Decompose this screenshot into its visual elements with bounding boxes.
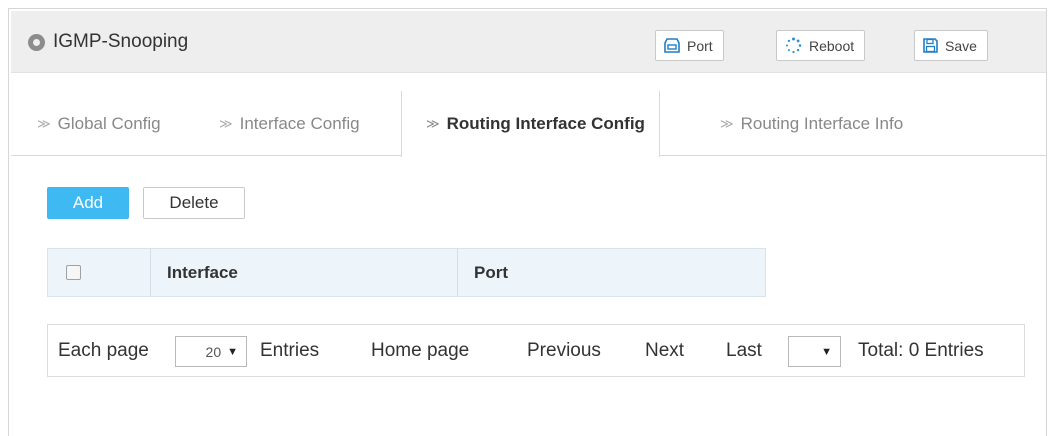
double-chevron-right-icon: ≫ [426, 116, 440, 131]
routing-interface-table: Interface Port [47, 248, 766, 297]
select-all-cell [48, 249, 151, 296]
next-link[interactable]: Next [645, 340, 684, 362]
reboot-button[interactable]: Reboot [776, 30, 866, 61]
column-header-port: Port [474, 262, 508, 282]
tab-routing-interface-config[interactable]: ≫ Routing Interface Config [401, 91, 660, 157]
entries-label: Entries [260, 340, 320, 361]
port-button-label: Port [687, 37, 713, 54]
floppy-disk-icon [923, 38, 938, 53]
tab-label: Routing Interface Config [446, 114, 645, 133]
page-title: IGMP-Snooping [53, 31, 189, 52]
pagination-bar: Each page 20 ▼ Entries Home page Previou… [47, 324, 1025, 377]
port-button[interactable]: Port [655, 30, 724, 61]
previous-link[interactable]: Previous [527, 340, 601, 362]
tab-global-config[interactable]: ≫ Global Config [37, 91, 161, 156]
total-entries: Total: 0 Entries [858, 340, 984, 361]
page-number-select[interactable]: ▼ [788, 336, 841, 367]
port-icon [664, 38, 680, 53]
caret-down-icon: ▼ [821, 345, 832, 358]
add-button[interactable]: Add [47, 187, 129, 219]
reboot-button-label: Reboot [809, 37, 855, 54]
page-header: IGMP-Snooping Port Reboot Save [11, 11, 1046, 73]
home-page-link[interactable]: Home page [371, 340, 469, 362]
tab-label: Global Config [57, 113, 161, 133]
caret-down-icon: ▼ [227, 345, 238, 358]
reboot-spinner-icon [786, 37, 802, 54]
tab-bar: ≫ Global Config ≫ Interface Config ≫ Rou… [11, 91, 1046, 157]
tab-interface-config[interactable]: ≫ Interface Config [219, 91, 360, 156]
tab-label: Routing Interface Info [740, 113, 904, 133]
page-size-value: 20 [205, 343, 222, 360]
select-all-checkbox[interactable] [66, 265, 81, 280]
double-chevron-right-icon: ≫ [720, 115, 734, 131]
delete-button[interactable]: Delete [143, 187, 245, 219]
tab-routing-interface-info[interactable]: ≫ Routing Interface Info [720, 91, 903, 156]
location-dot-icon [28, 34, 45, 51]
double-chevron-right-icon: ≫ [219, 115, 233, 131]
save-button[interactable]: Save [914, 30, 988, 61]
page-size-select[interactable]: 20 ▼ [175, 336, 247, 367]
tab-label: Interface Config [239, 113, 360, 133]
double-chevron-right-icon: ≫ [37, 115, 51, 131]
column-header-interface: Interface [151, 249, 458, 296]
each-page-label: Each page [58, 340, 149, 361]
save-button-label: Save [945, 37, 977, 54]
last-link[interactable]: Last [726, 340, 762, 362]
